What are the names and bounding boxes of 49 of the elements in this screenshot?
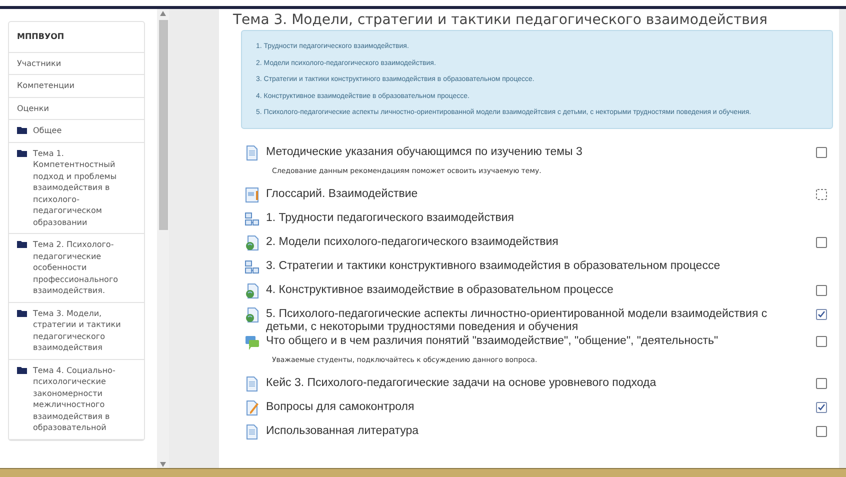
activity-link[interactable]: 1. Трудности педагогического взаимодействия bbox=[266, 210, 796, 224]
activity-link[interactable]: Кейс 3. Психолого-педагогические задачи на основе уровневого подхода bbox=[266, 376, 796, 390]
activity-link[interactable]: Вопросы для самоконтроля bbox=[266, 400, 796, 414]
checkbox[interactable] bbox=[816, 236, 827, 248]
glossary-icon bbox=[245, 186, 259, 202]
structure-icon bbox=[245, 258, 259, 274]
checkbox[interactable] bbox=[816, 378, 827, 388]
structure-icon bbox=[245, 210, 259, 226]
activity-link[interactable]: 5. Психолого-педагогические аспекты личностно-ориентированной модели взаимодействия с детьми, с некоторыми трудностями поведения и обучения bbox=[266, 306, 796, 334]
sidebar-item[interactable]: Тема 1. Компетентностный подход и проблемы взаимодействия в психолого-педагогическом образовании bbox=[33, 148, 136, 228]
scrollbar-thumb[interactable] bbox=[158, 20, 168, 230]
sidebar-item[interactable]: Оценки bbox=[9, 98, 144, 120]
sidebar-item[interactable]: Компетенции bbox=[9, 75, 144, 98]
folder-icon bbox=[17, 241, 27, 248]
scroll-up-arrow[interactable] bbox=[160, 11, 166, 16]
chat-icon bbox=[245, 334, 259, 350]
activity-link[interactable]: Глоссарий. Взаимодействие bbox=[266, 186, 796, 200]
globe-page-icon bbox=[245, 282, 259, 298]
activity-link[interactable]: Использованная литература bbox=[266, 424, 796, 438]
checkbox[interactable] bbox=[816, 336, 827, 346]
activity-link[interactable]: 3. Стратегии и тактики конструктивного взаимодейстия в образовательном процессе bbox=[266, 258, 796, 272]
scroll-down-arrow[interactable] bbox=[160, 462, 166, 467]
sidebar-item[interactable]: Тема 2. Психолого-педагогические особенности профессионального взаимодействия. bbox=[33, 239, 136, 296]
section-title: Тема 3. Модели, стратегии и тактики педагогического взаимодействия bbox=[233, 12, 768, 28]
sidebar-item[interactable]: Участники bbox=[9, 52, 144, 75]
checkbox[interactable] bbox=[816, 146, 827, 158]
checkbox[interactable] bbox=[816, 308, 827, 320]
activity-link[interactable]: Методические указания обучающимся по изучению темы 3 bbox=[266, 144, 796, 158]
checkbox[interactable] bbox=[816, 188, 827, 200]
folder-icon bbox=[17, 366, 27, 374]
checkbox[interactable] bbox=[816, 402, 827, 412]
document-icon bbox=[245, 376, 259, 392]
globe-page-icon bbox=[245, 234, 259, 250]
edit-document-icon bbox=[245, 400, 259, 416]
activity-link[interactable]: 4. Конструктивное взаимодействие в образовательном процессе bbox=[266, 282, 796, 296]
sidebar-item[interactable]: Общее bbox=[33, 125, 62, 136]
checkbox[interactable] bbox=[816, 284, 827, 296]
sidebar-item[interactable]: Тема 3. Модели, стратегии и тактики педагогического взаимодействия bbox=[33, 308, 136, 354]
globe-page-icon bbox=[245, 306, 259, 322]
sidebar-item[interactable]: Тема 4. Социально-психологические закономерности межличностного взаимодействия в образовательной bbox=[33, 364, 136, 434]
folder-icon bbox=[17, 310, 27, 316]
document-icon bbox=[245, 424, 259, 440]
activity-link[interactable]: Что общего и в чем различия понятий "взаимодействие", "общение", "деятельность" bbox=[266, 334, 796, 348]
document-icon bbox=[245, 144, 259, 160]
folder-icon bbox=[17, 150, 27, 156]
checkbox[interactable] bbox=[816, 426, 827, 436]
course-title[interactable]: МППВУОП bbox=[9, 22, 144, 52]
folder-icon bbox=[17, 127, 27, 134]
activity-link[interactable]: 2. Модели психолого-педагогического взаимодействия bbox=[266, 234, 796, 248]
